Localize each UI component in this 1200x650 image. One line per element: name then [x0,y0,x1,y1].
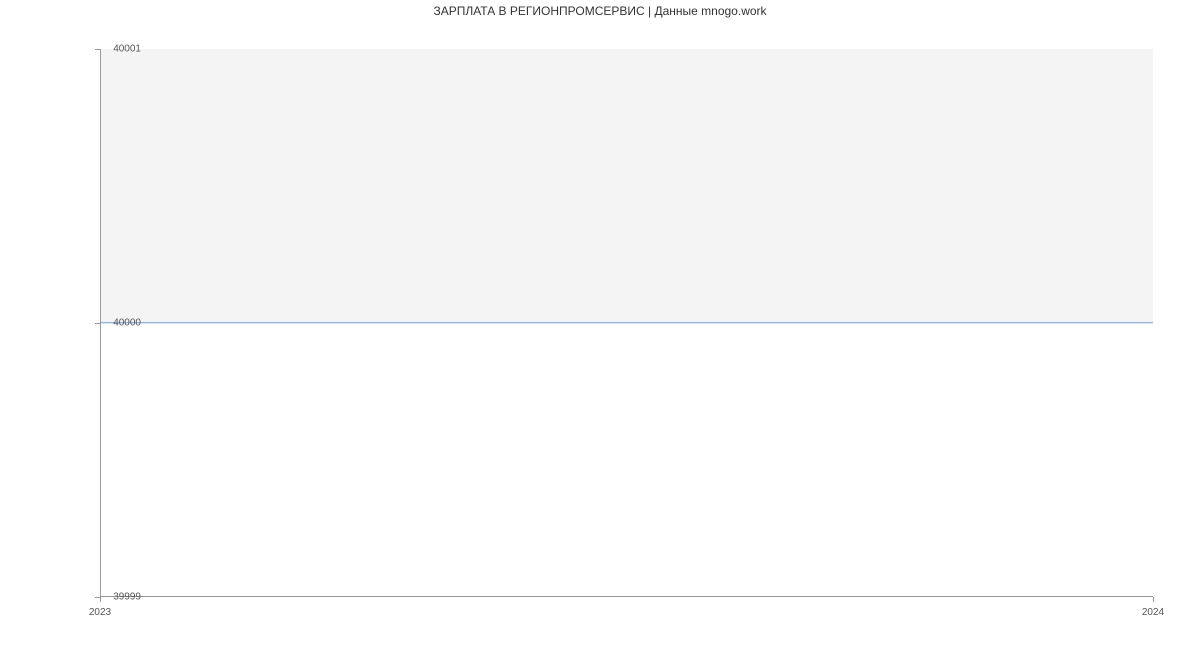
data-line [100,322,1153,323]
y-axis-line [100,49,101,597]
x-tick [1153,597,1154,602]
chart-title: ЗАРПЛАТА В РЕГИОНПРОМСЕРВИС | Данные mno… [0,0,1200,22]
x-axis-label: 2024 [1142,607,1164,618]
plot-area [100,49,1153,597]
y-tick [95,49,100,50]
x-axis-line [100,596,1153,597]
y-axis-label: 39999 [113,592,141,603]
y-axis-label: 40001 [113,44,141,55]
y-axis-label: 40000 [113,318,141,329]
y-tick [95,323,100,324]
plot-background [100,49,1153,323]
x-tick [100,597,101,602]
x-axis-label: 2023 [89,607,111,618]
